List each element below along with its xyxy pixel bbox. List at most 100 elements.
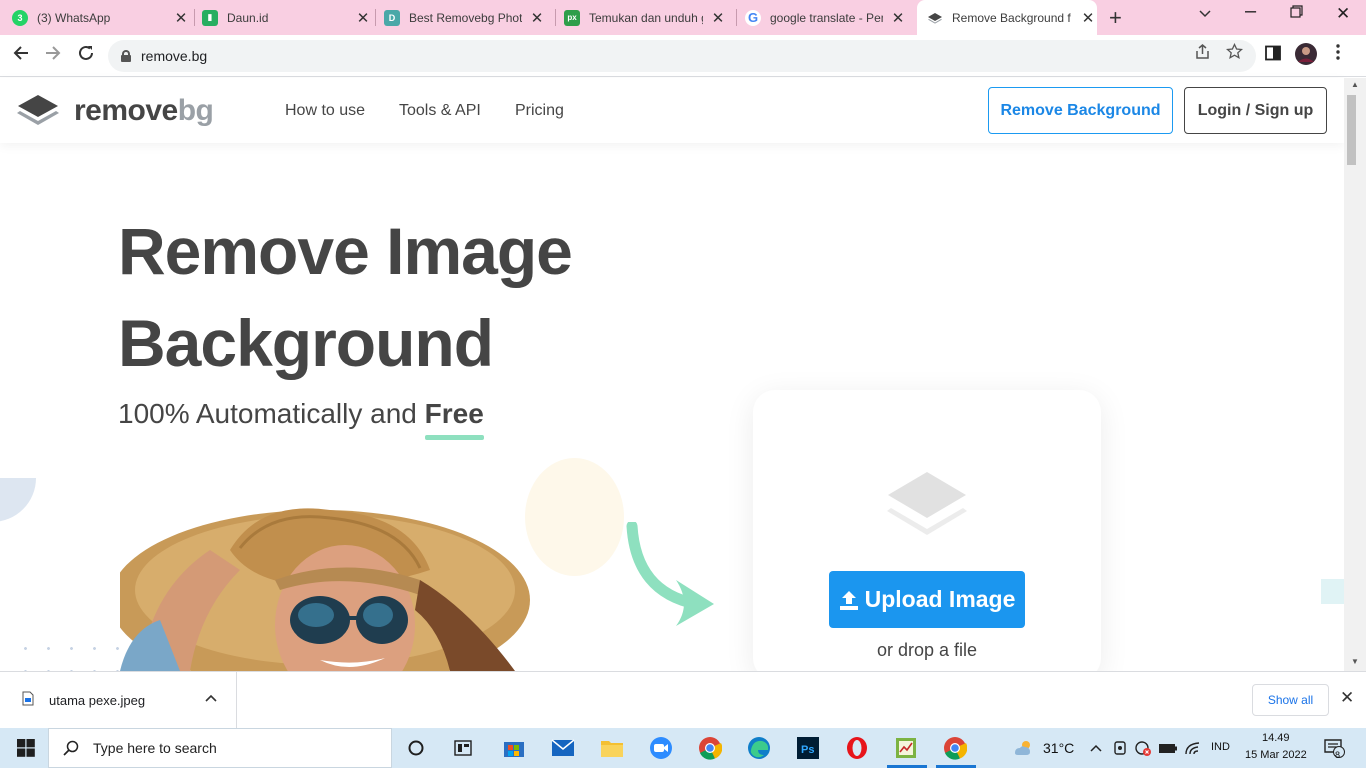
page-scrollbar[interactable] [1344,78,1366,671]
scroll-down-arrow-icon[interactable]: ▼ [1351,657,1359,666]
menu-kebab-icon[interactable] [1336,44,1340,65]
url-text[interactable]: remove.bg [141,48,207,64]
hero-free-text: Free [424,398,484,429]
decorative-oval [525,458,624,576]
removebg-icon [927,10,943,26]
chrome-icon[interactable] [698,736,722,760]
notification-icon[interactable] [1322,736,1346,760]
nav-how-to-use[interactable]: How to use [285,102,365,120]
microsoft-store-icon[interactable] [502,736,526,760]
close-icon[interactable]: ✕ [1340,688,1354,708]
logo-text: removebg [74,94,214,127]
restore-button[interactable] [1290,5,1303,23]
login-signup-button[interactable]: Login / Sign up [1184,87,1327,134]
scrollbar-thumb[interactable] [1347,95,1356,165]
address-bar[interactable]: remove.bg [108,40,1256,72]
chevron-down-icon[interactable] [1198,5,1212,23]
zoom-icon[interactable] [649,736,673,760]
widgets-icon[interactable] [451,736,475,760]
close-icon[interactable]: ✕ [709,9,727,27]
tab-separator [736,9,737,26]
chrome-active-icon[interactable] [943,736,967,760]
windows-start-icon[interactable] [14,736,38,760]
tab-daun[interactable]: ▮ Daun.id ✕ [202,0,372,35]
removebg-logo[interactable]: removebg [16,93,214,129]
search-icon [63,740,79,756]
file-explorer-icon[interactable] [600,736,624,760]
svg-text:Ps: Ps [801,744,814,756]
upload-icon [839,589,859,611]
tab-title: Daun.id [227,10,269,25]
download-item[interactable]: utama pexe.jpeg [0,672,237,728]
network-error-icon[interactable] [1131,736,1155,760]
download-shelf: utama pexe.jpeg Show all ✕ [0,671,1366,728]
notification-count: 8 [1335,750,1341,760]
close-icon[interactable]: ✕ [172,9,190,27]
d-icon: D [384,9,400,26]
chevron-up-icon[interactable] [205,690,217,705]
tab-separator [194,9,195,26]
decorative-dots [14,637,124,671]
search-placeholder: Type here to search [93,740,217,756]
close-icon[interactable]: ✕ [354,9,372,27]
site-header: removebg How to use Tools & API Pricing … [0,78,1344,143]
upload-card[interactable]: Upload Image or drop a file [753,390,1101,680]
language-indicator[interactable]: IND [1211,741,1230,753]
download-file-name[interactable]: utama pexe.jpeg [49,693,145,708]
close-icon[interactable]: ✕ [528,9,546,27]
upload-layers-icon [886,470,968,547]
removebg-logo-icon [17,95,59,125]
avatar[interactable] [1295,43,1317,70]
new-tab-button[interactable]: + [1109,5,1122,31]
tab-temukan[interactable]: px Temukan dan unduh g ✕ [564,0,727,35]
hero-photo [120,480,530,671]
tab-title: Best Removebg Photo [409,10,522,25]
back-button[interactable] [12,44,30,68]
wifi-icon[interactable] [1181,736,1205,760]
show-all-button[interactable]: Show all [1252,684,1329,716]
side-panel-icon[interactable] [1265,45,1281,66]
arrow-decoration-icon [626,520,718,635]
weather-temperature[interactable]: 31°C [1043,740,1074,756]
weather-icon[interactable] [1011,736,1035,760]
clock-date[interactable]: 15 Mar 2022 [1245,749,1307,761]
forward-button[interactable] [44,44,62,68]
tab-removebg[interactable]: Remove Background f ✕ [917,0,1097,35]
upload-image-label: Upload Image [864,586,1016,612]
lock-icon[interactable] [121,50,131,62]
device-icon[interactable] [1108,736,1132,760]
opera-icon[interactable] [845,736,869,760]
close-icon[interactable]: ✕ [1079,9,1097,27]
tab-title: google translate - Pen [770,10,883,25]
nav-tools-api[interactable]: Tools & API [399,102,481,120]
file-icon [22,691,34,711]
minimize-button[interactable]: – [1245,0,1256,23]
battery-icon[interactable] [1156,736,1180,760]
whatsapp-icon: 3 [12,9,28,26]
scroll-up-arrow-icon[interactable]: ▲ [1351,80,1359,89]
hero-title: Remove Image Background [118,214,573,380]
clock-time[interactable]: 14.49 [1262,732,1290,744]
remove-background-button[interactable]: Remove Background [988,87,1173,134]
mail-icon[interactable] [551,736,575,760]
taskbar-search-box[interactable]: Type here to search [48,728,392,768]
close-window-button[interactable]: ✕ [1336,4,1350,24]
tab-whatsapp[interactable]: 3 (3) WhatsApp ✕ [12,0,190,35]
share-icon[interactable] [1194,43,1211,65]
app-icon[interactable] [894,736,918,760]
close-icon[interactable]: ✕ [889,9,907,27]
chevron-up-icon[interactable] [1084,736,1108,760]
tab-google-translate[interactable]: G google translate - Pen ✕ [745,0,907,35]
task-view-icon[interactable] [404,736,428,760]
tab-title: (3) WhatsApp [37,10,111,25]
upload-image-button[interactable]: Upload Image [829,571,1025,628]
edge-icon[interactable] [747,736,771,760]
bookmark-star-icon[interactable] [1225,42,1244,65]
photoshop-icon[interactable]: Ps [796,736,820,760]
drop-file-text: or drop a file [876,640,978,660]
tab-best-removebg[interactable]: D Best Removebg Photo ✕ [384,0,546,35]
decorative-shape [0,478,36,522]
reload-button[interactable] [77,44,95,68]
nav-pricing[interactable]: Pricing [515,102,564,120]
px-icon: px [564,9,580,26]
